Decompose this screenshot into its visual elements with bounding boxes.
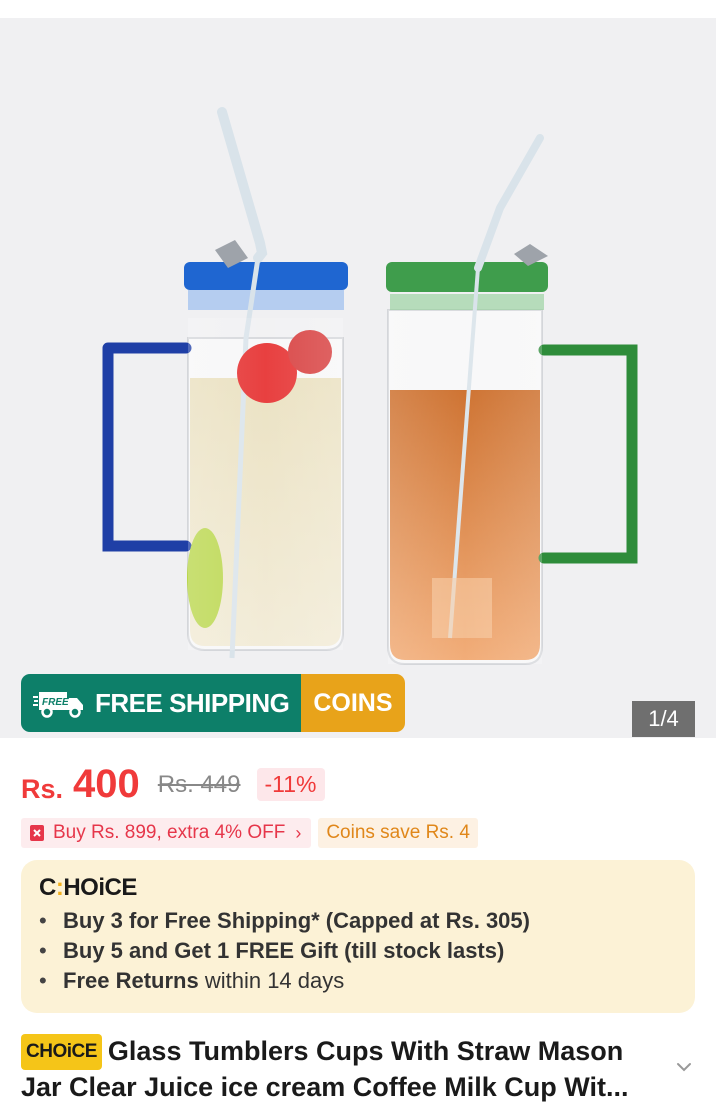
benefit-item: • Free Returns within 14 days [39,968,345,993]
benefit-rest: within 14 days [198,968,345,993]
benefit-text: Buy 3 for Free Shipping* (Capped at Rs. … [63,908,530,933]
coupon-tag-icon [30,825,44,841]
coins-save-label: Coins save Rs. 4 [326,822,470,843]
title-line-1: CHOiCE Glass Tumblers Cups With Straw Mas… [21,1034,671,1070]
coins-label: COINS [313,688,393,717]
free-shipping-section: FREE FREE SHIPPING [21,674,302,732]
top-bar [0,0,716,18]
image-page-indicator: 1/4 [632,701,695,737]
benefit-text: Buy 5 and Get 1 FREE Gift (till stock la… [63,938,505,963]
choice-logo: C: HOiCE [39,874,677,902]
coins-section: COINS [301,674,405,732]
discount-badge: -11% [256,768,325,801]
promo-row: Buy Rs. 899, extra 4% OFF › Coins save R… [21,818,478,848]
choice-tag: CHOiCE [21,1034,102,1070]
benefit-text: Free Returns [63,968,199,993]
title-line-2: Jar Clear Juice ice cream Coffee Milk Cu… [21,1072,629,1102]
price-row: Rs. 400 Rs. 449 -11% [21,762,325,807]
free-badge-text: FREE [42,697,69,708]
expand-title-chevron-icon[interactable] [672,1057,696,1077]
choice-benefits-card[interactable]: C: HOiCE • Buy 3 for Free Shipping* (Cappe… [21,860,695,1013]
sale-price: 400 [73,762,140,806]
product-title[interactable]: CHOiCE Glass Tumblers Cups With Straw Mas… [21,1034,671,1104]
product-image-gallery[interactable]: FREE FREE SHIPPING COINS 1/4 [0,18,716,738]
benefit-item: • Buy 3 for Free Shipping* (Capped at Rs.… [39,908,530,933]
choice-logo-dot: : [55,874,64,901]
free-shipping-label: FREE SHIPPING [95,687,290,718]
chevron-right-icon: › [295,822,302,843]
choice-benefits-list: • Buy 3 for Free Shipping* (Capped at Rs.… [39,906,677,996]
delivery-truck-icon: FREE [33,692,83,718]
bundle-offer-button[interactable]: Buy Rs. 899, extra 4% OFF › [21,818,312,848]
title-text-1: Glass Tumblers Cups With Straw Mason [107,1036,624,1066]
price-currency: Rs. [21,774,64,804]
product-image[interactable] [0,18,716,738]
benefit-item: • Buy 5 and Get 1 FREE Gift (till stock l… [39,938,505,963]
bundle-offer-label: Buy Rs. 899, extra 4% OFF [53,822,286,843]
choice-logo-c: C [39,874,56,901]
original-price: Rs. 449 [157,770,241,798]
coins-save-badge: Coins save Rs. 4 [318,818,478,848]
choice-logo-rest: HOiCE [63,874,137,901]
free-shipping-coins-banner[interactable]: FREE FREE SHIPPING COINS [21,674,405,732]
